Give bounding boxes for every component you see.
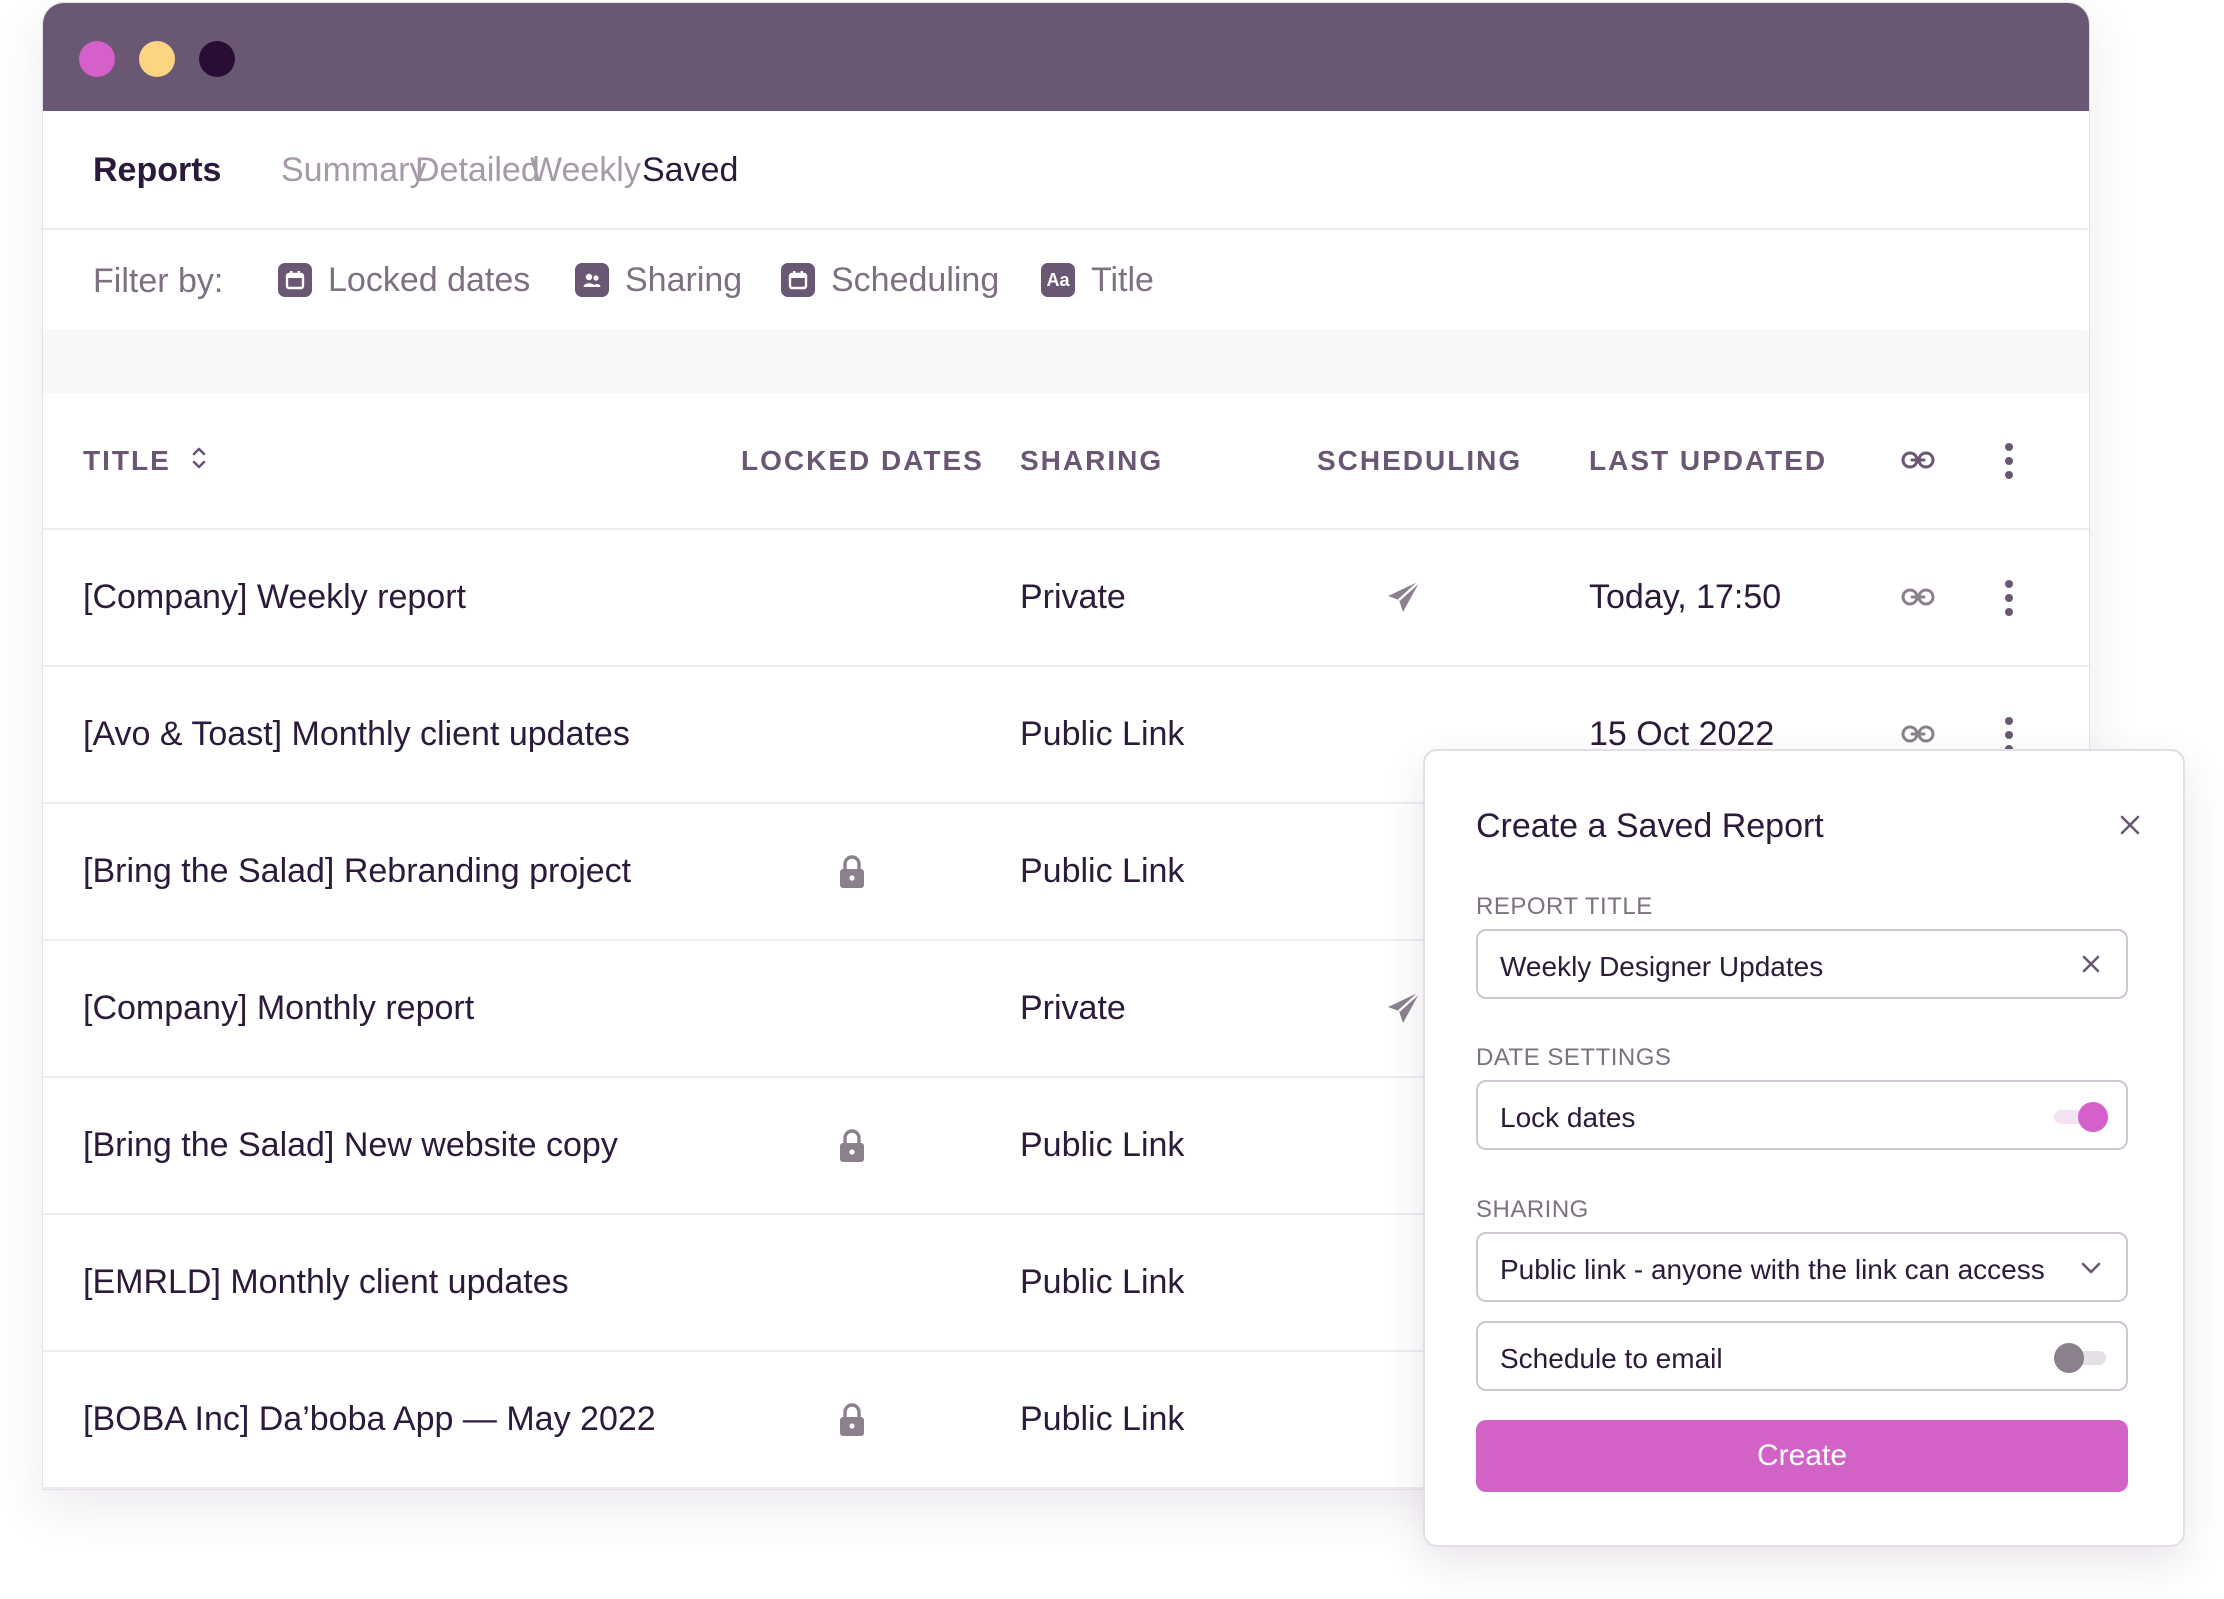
filter-label: Filter by: <box>93 262 224 300</box>
row-title: [BOBA Inc] Da’boba App — May 2022 <box>83 1400 656 1438</box>
filter-scheduling[interactable]: Scheduling <box>781 260 999 300</box>
chevron-down-icon <box>2081 1262 2101 1274</box>
row-title: [Bring the Salad] Rebranding project <box>83 852 632 890</box>
more-options-icon[interactable] <box>2003 578 2015 618</box>
row-last-updated: Today, 17:50 <box>1589 578 1782 616</box>
clear-icon[interactable] <box>2080 953 2102 975</box>
report-title-label: REPORT TITLE <box>1476 893 1653 920</box>
row-sharing: Public Link <box>1020 1126 1185 1164</box>
people-icon <box>575 263 609 297</box>
row-title: [Avo & Toast] Monthly client updates <box>83 715 630 753</box>
filter-locked-dates-label: Locked dates <box>328 260 531 299</box>
schedule-to-email-toggle[interactable] <box>2054 1343 2106 1373</box>
schedule-to-email-label: Schedule to email <box>1500 1343 1723 1374</box>
lock-dates-label: Lock dates <box>1500 1102 1636 1133</box>
row-sharing: Private <box>1020 578 1126 616</box>
tab-summary[interactable]: Summary <box>281 151 426 190</box>
row-title: [Company] Weekly report <box>83 578 466 616</box>
filter-scheduling-label: Scheduling <box>831 260 1000 299</box>
lock-icon <box>837 1128 867 1164</box>
close-window-dot[interactable] <box>79 41 115 77</box>
minimize-window-dot[interactable] <box>139 41 175 77</box>
reports-nav: Reports Summary Detailed Weekly Saved <box>43 111 2089 230</box>
send-icon <box>1385 989 1423 1027</box>
report-title-input[interactable]: Weekly Designer Updates <box>1476 929 2128 999</box>
calendar-icon <box>781 263 815 297</box>
sort-icon[interactable] <box>189 443 209 473</box>
create-saved-report-panel: Create a Saved Report REPORT TITLE Weekl… <box>1423 749 2185 1547</box>
lock-dates-toggle[interactable] <box>2054 1102 2108 1132</box>
filter-title[interactable]: Aa Title <box>1041 260 1154 300</box>
tab-saved[interactable]: Saved <box>642 151 738 190</box>
column-sharing-header: SHARING <box>1020 445 1164 476</box>
section-divider <box>43 333 2089 393</box>
row-title: [EMRLD] Monthly client updates <box>83 1263 569 1301</box>
filter-sharing[interactable]: Sharing <box>575 260 742 300</box>
lock-dates-field[interactable]: Lock dates <box>1476 1080 2128 1150</box>
link-icon <box>1901 451 1935 469</box>
row-sharing: Private <box>1020 989 1126 1027</box>
lock-icon <box>837 1402 867 1438</box>
link-icon[interactable] <box>1900 722 1936 746</box>
create-button[interactable]: Create <box>1476 1420 2128 1492</box>
report-title-value: Weekly Designer Updates <box>1500 951 1824 982</box>
tab-weekly[interactable]: Weekly <box>530 151 641 190</box>
schedule-to-email-field[interactable]: Schedule to email <box>1476 1321 2128 1391</box>
sharing-label: SHARING <box>1476 1196 1589 1223</box>
panel-title: Create a Saved Report <box>1476 807 1824 845</box>
send-icon <box>1385 578 1423 616</box>
title-bar <box>43 3 2089 111</box>
filter-sharing-label: Sharing <box>625 260 743 299</box>
close-icon[interactable] <box>2118 813 2142 837</box>
row-sharing: Public Link <box>1020 715 1185 753</box>
row-sharing: Public Link <box>1020 852 1185 890</box>
sharing-select[interactable]: Public link - anyone with the link can a… <box>1476 1232 2128 1302</box>
filter-bar: Filter by: Locked dates Sharing Scheduli… <box>43 230 2089 330</box>
sharing-select-value: Public link - anyone with the link can a… <box>1500 1254 2045 1285</box>
column-scheduling-header: SCHEDULING <box>1317 445 1523 476</box>
row-title: [Bring the Salad] New website copy <box>83 1126 618 1164</box>
toggle-knob <box>2054 1343 2084 1373</box>
tab-detailed[interactable]: Detailed <box>415 151 540 190</box>
page-title: Reports <box>93 151 222 189</box>
filter-locked-dates[interactable]: Locked dates <box>278 260 530 300</box>
date-settings-label: DATE SETTINGS <box>1476 1044 1672 1071</box>
calendar-icon <box>278 263 312 297</box>
text-icon: Aa <box>1041 263 1075 297</box>
column-title-header[interactable]: TITLE <box>83 445 171 477</box>
more-options-icon[interactable] <box>2003 441 2015 481</box>
maximize-window-dot[interactable] <box>199 41 235 77</box>
link-icon[interactable] <box>1900 585 1936 609</box>
row-sharing: Public Link <box>1020 1400 1185 1438</box>
toggle-knob <box>2078 1102 2108 1132</box>
row-title: [Company] Monthly report <box>83 989 475 1027</box>
lock-icon <box>837 854 867 890</box>
row-sharing: Public Link <box>1020 1263 1185 1301</box>
filter-title-label: Title <box>1091 260 1154 299</box>
table-header: TITLE LOCKED DATES SHARING SCHEDULING LA… <box>43 393 2089 530</box>
table-row[interactable]: [Company] Weekly report Private Today, 17:… <box>43 530 2089 667</box>
column-locked-dates-header: LOCKED DATES <box>741 445 984 476</box>
column-last-updated-header: LAST UPDATED <box>1589 445 1828 476</box>
